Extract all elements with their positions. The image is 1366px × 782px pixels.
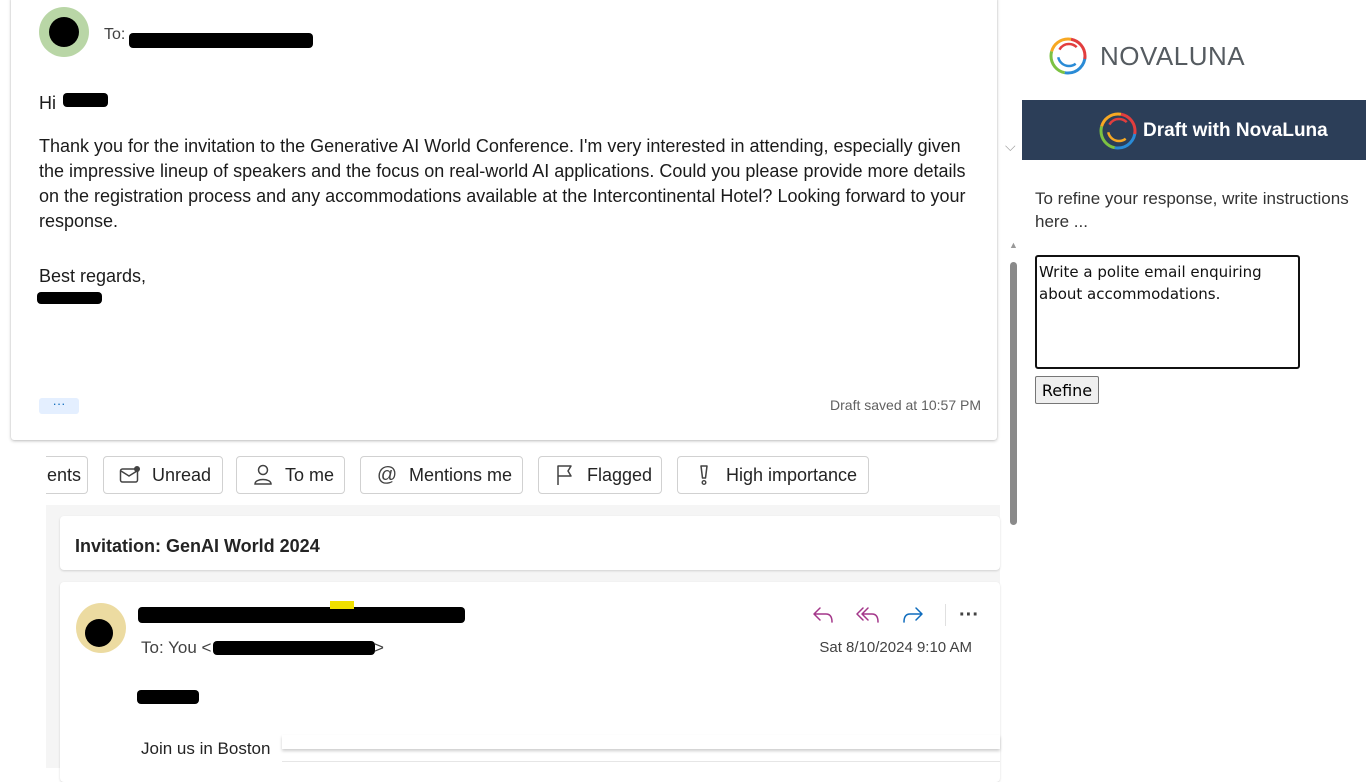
person-icon [251, 463, 275, 487]
redacted-highlight [330, 601, 354, 609]
more-actions-button[interactable]: ··· [956, 602, 982, 628]
refine-instructions-input[interactable]: Write a polite email enquiring about acc… [1035, 255, 1300, 369]
filter-attachments[interactable]: ents [46, 456, 88, 494]
filter-flagged[interactable]: Flagged [538, 456, 662, 494]
forward-button[interactable] [900, 602, 926, 628]
draft-saved-status: Draft saved at 10:57 PM [830, 397, 981, 413]
message-actions: ··· [810, 601, 1001, 629]
sender-avatar [39, 7, 89, 57]
reply-all-icon [856, 607, 879, 623]
mail-unread-icon [118, 463, 142, 487]
subject-card: Invitation: GenAI World 2024 [60, 516, 1000, 570]
redacted-signature [37, 292, 102, 304]
brand-name: NOVALUNA [1100, 40, 1246, 71]
greeting: Hi [39, 93, 56, 113]
redacted-salutation [137, 690, 199, 704]
forward-icon [903, 607, 923, 623]
panel-title: Draft with NovaLuna [1143, 120, 1328, 141]
overlay-popup [282, 735, 1000, 749]
more-options-button[interactable]: ··· [39, 397, 79, 414]
filter-label: ents [47, 464, 82, 485]
flag-icon [553, 463, 577, 487]
compose-card: To: Hi Thank you for the invitation to t… [11, 0, 997, 440]
redacted-greeting-name [63, 93, 108, 107]
message-date: Sat 8/10/2024 9:10 AM [819, 639, 972, 656]
redacted-to-address [213, 641, 375, 655]
message-body-text: Join us in Boston [141, 739, 271, 758]
to-label: To: [104, 26, 126, 43]
at-icon: @ [376, 463, 398, 486]
filter-to-me[interactable]: To me [236, 456, 345, 494]
message-to-line: To: You < [141, 638, 212, 657]
panel-header-bar: Draft with NovaLuna [1022, 100, 1366, 160]
redacted-sender-name [138, 607, 465, 623]
filter-label: Unread [152, 464, 212, 485]
closing: Best regards, [39, 266, 147, 286]
novaluna-logo-icon [1099, 112, 1137, 150]
scroll-up-arrow-icon[interactable]: ▲ [1009, 240, 1018, 250]
overlay-popup-lower [282, 761, 1000, 772]
filter-label: Mentions me [409, 464, 513, 485]
filter-label: High importance [726, 464, 858, 485]
compose-body-paragraph[interactable]: Thank you for the invitation to the Gene… [39, 134, 989, 234]
filter-label: To me [285, 464, 335, 485]
filter-high-importance[interactable]: High importance [677, 456, 869, 494]
divider [945, 604, 946, 626]
importance-icon [692, 463, 716, 487]
chevron-down-icon[interactable]: ⌵ [1005, 138, 1016, 155]
reply-button[interactable] [810, 602, 836, 628]
filter-label: Flagged [587, 464, 653, 485]
filter-mentions-me[interactable]: @ Mentions me [360, 456, 523, 494]
message-card: To: You < > ··· Sat 8/10/2024 9:10 AM Jo… [60, 582, 1000, 782]
brand-header: NOVALUNA [1048, 36, 1245, 76]
instructions-label: To refine your response, write instructi… [1035, 189, 1349, 231]
sender-avatar[interactable] [76, 603, 126, 653]
refine-button[interactable]: Refine [1035, 376, 1099, 404]
novaluna-panel: NOVALUNA Draft with NovaLuna To refine y… [1022, 0, 1366, 768]
reply-all-button[interactable] [855, 602, 881, 628]
novaluna-logo-icon [1049, 37, 1087, 75]
reply-icon [813, 607, 833, 623]
filter-unread[interactable]: Unread [103, 456, 223, 494]
scrollbar-thumb[interactable] [1010, 262, 1017, 525]
redacted-recipient [129, 33, 313, 48]
message-subject: Invitation: GenAI World 2024 [75, 536, 320, 556]
to-line-suffix: > [374, 638, 384, 657]
